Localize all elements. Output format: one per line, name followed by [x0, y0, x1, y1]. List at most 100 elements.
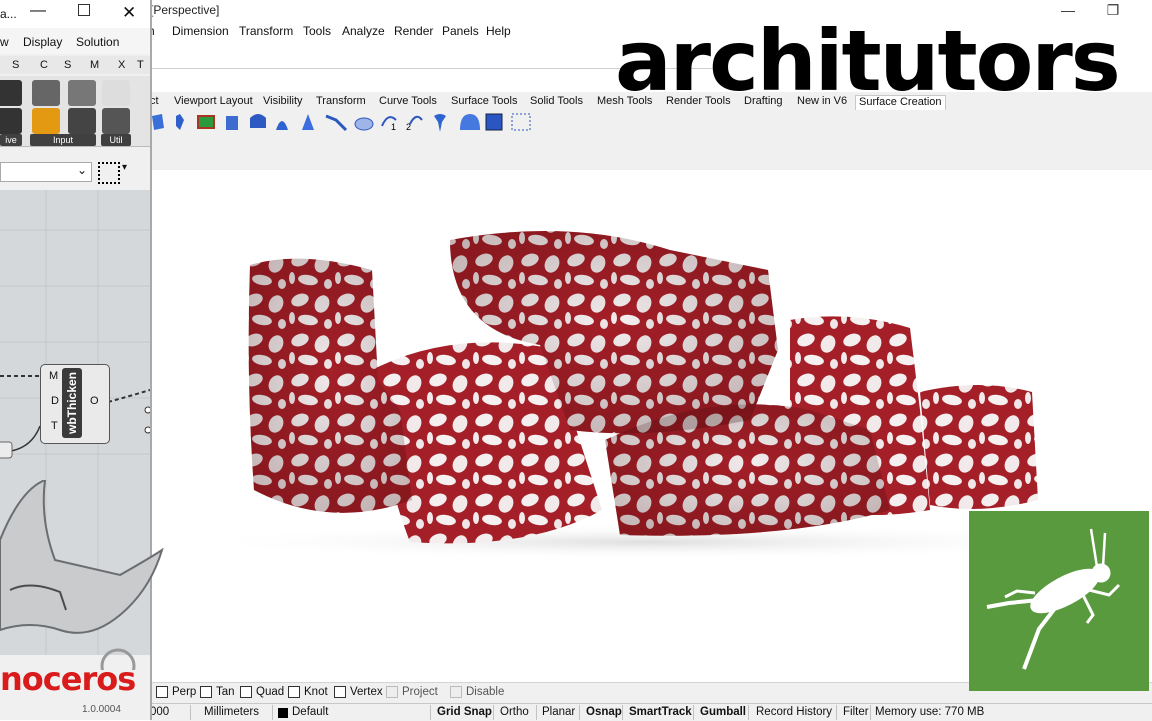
text-component-icon[interactable]: [0, 108, 22, 134]
gh-component-palette: ive Input Util: [0, 76, 150, 147]
menu-item-analyze[interactable]: Analyze: [342, 24, 385, 38]
tab-solid-tools[interactable]: Solid Tools: [530, 95, 583, 107]
toggle-component-icon[interactable]: [68, 80, 96, 106]
planar-toggle[interactable]: Planar: [542, 706, 575, 718]
group-label-primitive: ive: [0, 134, 22, 146]
logic-component-icon[interactable]: [0, 80, 22, 106]
component-name: wbThicken: [65, 372, 79, 435]
surface-creation-toolbar: 1 2: [148, 110, 1152, 136]
close-icon[interactable]: ✕: [122, 3, 136, 23]
menu-item-dimension[interactable]: Dimension: [172, 24, 229, 38]
current-layer[interactable]: Default: [292, 706, 328, 718]
toolbar-blank-strip: [148, 136, 1152, 171]
tab-curve-tools[interactable]: Curve Tools: [379, 95, 437, 107]
checkbox-icon: [334, 686, 346, 698]
zoom-extents-icon[interactable]: [98, 162, 120, 184]
checkbox-icon: [386, 686, 398, 698]
chevron-down-icon: ⌄: [76, 163, 87, 177]
osnap-label: Disable: [466, 686, 505, 698]
toolbar-icons: 1 2: [152, 113, 531, 132]
gh-menu-bar: w Display Solution: [0, 28, 150, 54]
gh-menu-item-display[interactable]: Display: [23, 35, 62, 49]
button-component-icon[interactable]: [68, 108, 96, 134]
gh-title-bar: a... — ✕: [0, 0, 150, 28]
input-param-d[interactable]: D: [51, 395, 59, 407]
divider: [748, 705, 749, 720]
rhinoceros-logo-text: noceros: [0, 660, 136, 698]
osnap-toggle[interactable]: Osnap: [586, 706, 622, 718]
minimize-icon[interactable]: —: [30, 2, 46, 20]
osnap-label: Vertex: [350, 686, 383, 698]
gh-tab-s2[interactable]: S: [64, 59, 71, 71]
tab-viewport-layout[interactable]: Viewport Layout: [174, 95, 253, 107]
tool-icons: 1 2: [152, 113, 531, 132]
input-param-m[interactable]: M: [49, 370, 58, 382]
architutors-wordmark: architutors: [615, 12, 1121, 110]
rhinoceros-wordmark: noceros: [0, 660, 136, 698]
wbthicken-component[interactable]: M D T wbThicken O: [40, 364, 110, 444]
tab-transform[interactable]: Transform: [316, 95, 366, 107]
menu-item-panels[interactable]: Panels: [442, 24, 479, 38]
filter-toggle[interactable]: Filter: [843, 706, 869, 718]
gh-tab-letters: S C S M X T: [0, 56, 150, 74]
graph-mapper-icon[interactable]: [32, 108, 60, 134]
memory-usage: Memory use: 770 MB: [875, 706, 985, 718]
architutors-brand: architutors: [615, 18, 1150, 104]
divider: [272, 705, 273, 720]
gh-tab-c[interactable]: C: [40, 59, 48, 71]
gh-menu-item-solution[interactable]: Solution: [76, 35, 119, 49]
osnap-label: Quad: [256, 686, 285, 698]
gumball-toggle[interactable]: Gumball: [700, 706, 746, 718]
grasshopper-logo: [969, 511, 1149, 691]
gh-document-select[interactable]: ⌄: [0, 162, 92, 182]
tree-icon[interactable]: [102, 108, 130, 134]
dropdown-arrow-icon[interactable]: ▾: [122, 162, 127, 173]
tab-surface-tools[interactable]: Surface Tools: [451, 95, 517, 107]
menu-item-help[interactable]: Help: [486, 24, 511, 38]
menu-item-render[interactable]: Render: [394, 24, 433, 38]
osnap-tan[interactable]: Tan: [200, 686, 235, 698]
group-label-util: Util: [101, 134, 131, 146]
osnap-knot[interactable]: Knot: [288, 686, 328, 698]
menu-item-tools[interactable]: Tools: [303, 24, 331, 38]
divider: [836, 705, 837, 720]
osnap-vertex[interactable]: Vertex: [334, 686, 383, 698]
units-display[interactable]: Millimeters: [204, 706, 259, 718]
gh-tab-s[interactable]: S: [12, 59, 19, 71]
divider: [190, 705, 191, 720]
gh-title: a...: [0, 7, 17, 21]
gh-tab-m[interactable]: M: [90, 59, 99, 71]
tab-visibility[interactable]: Visibility: [263, 95, 303, 107]
divider: [693, 705, 694, 720]
osnap-perp[interactable]: Perp: [156, 686, 196, 698]
osnap-project[interactable]: Project: [386, 686, 438, 698]
rhino-logo-icon: [0, 480, 164, 670]
group-label-input: Input: [30, 134, 96, 146]
download-component-icon[interactable]: [32, 80, 60, 106]
viewport-title: [Perspective]: [150, 3, 220, 17]
coordinate-readout: 000: [150, 706, 170, 718]
gh-menu-item-view[interactable]: w: [0, 35, 9, 49]
input-param-t[interactable]: T: [51, 420, 58, 432]
checkbox-icon: [240, 686, 252, 698]
cherry-icon[interactable]: [102, 80, 130, 106]
osnap-quad[interactable]: Quad: [240, 686, 284, 698]
divider: [536, 705, 537, 720]
grid-snap-toggle[interactable]: Grid Snap: [437, 706, 492, 718]
osnap-label: Project: [402, 686, 438, 698]
output-param-o[interactable]: O: [90, 395, 99, 407]
record-history-toggle[interactable]: Record History: [756, 706, 832, 718]
divider: [870, 705, 871, 720]
maximize-icon[interactable]: [78, 4, 90, 16]
menu-item-transform[interactable]: Transform: [239, 24, 293, 38]
checkbox-icon: [288, 686, 300, 698]
status-bar: 000 Millimeters Default Grid Snap Ortho …: [150, 703, 1152, 721]
gh-tab-t[interactable]: T: [137, 59, 144, 71]
layer-color-swatch: [278, 708, 288, 718]
osnap-disable[interactable]: Disable: [450, 686, 504, 698]
ortho-toggle[interactable]: Ortho: [500, 706, 529, 718]
grasshopper-icon: [986, 528, 1121, 670]
gh-tab-x[interactable]: X: [118, 59, 125, 71]
smarttrack-toggle[interactable]: SmartTrack: [629, 706, 692, 718]
osnap-label: Tan: [216, 686, 235, 698]
